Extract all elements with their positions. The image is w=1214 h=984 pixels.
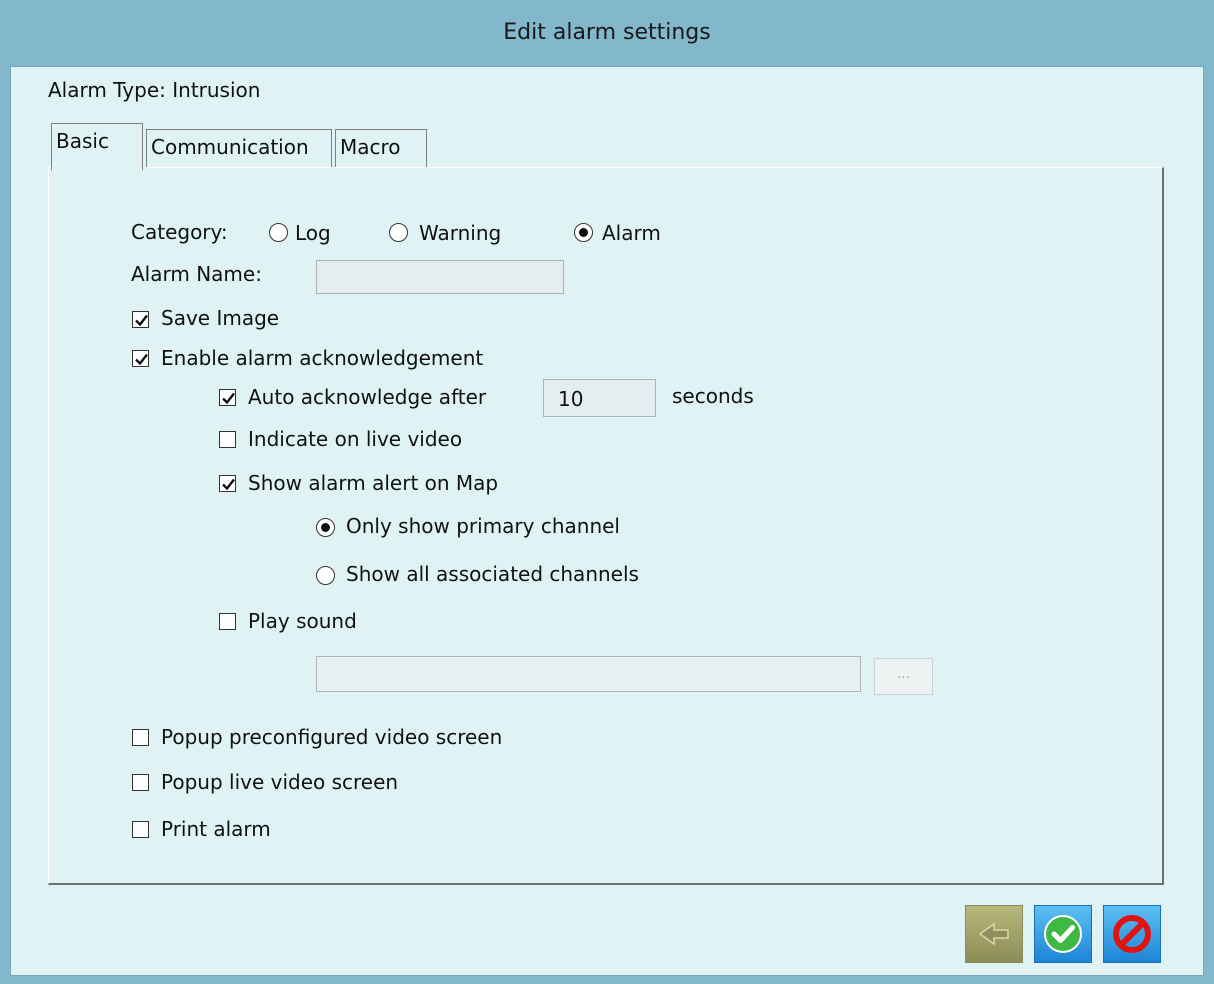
alarm-name-input[interactable] [316,260,564,294]
dialog-client-area: Alarm Type: Intrusion Basic Communicatio… [10,66,1204,976]
enable-ack-checkbox[interactable] [132,350,149,367]
checkmark-icon [222,392,235,405]
alarm-type-label: Alarm Type: Intrusion [48,78,261,102]
category-log-label[interactable]: Log [295,221,331,245]
basic-tab-panel: Category: Log Warning Alarm Alarm Name: … [48,167,1164,885]
alarm-name-label: Alarm Name: [131,262,262,286]
map-all-channels-radio[interactable] [316,566,335,585]
category-label: Category: [131,220,228,244]
popup-live-label[interactable]: Popup live video screen [161,770,398,794]
checkmark-icon [135,353,148,366]
auto-ack-seconds-input[interactable]: 10 [543,379,656,417]
enable-ack-label[interactable]: Enable alarm acknowledgement [161,346,483,370]
checkmark-icon [222,478,235,491]
tab-communication[interactable]: Communication [146,129,332,167]
checkmark-icon [135,314,148,327]
radio-selected-dot [579,228,588,237]
indicate-live-checkbox[interactable] [219,431,236,448]
category-log-radio[interactable] [269,223,288,242]
auto-ack-checkbox[interactable] [219,389,236,406]
radio-selected-dot [321,523,330,532]
indicate-live-label[interactable]: Indicate on live video [248,427,462,451]
browse-sound-button[interactable]: ... [874,658,933,695]
play-sound-checkbox[interactable] [219,613,236,630]
category-alarm-radio[interactable] [574,223,593,242]
save-image-checkbox[interactable] [132,311,149,328]
category-warning-label[interactable]: Warning [419,221,501,245]
category-alarm-label[interactable]: Alarm [602,221,661,245]
map-primary-channel-radio[interactable] [316,518,335,537]
show-map-checkbox[interactable] [219,475,236,492]
print-alarm-label[interactable]: Print alarm [161,817,271,841]
popup-preconfigured-label[interactable]: Popup preconfigured video screen [161,725,502,749]
popup-live-checkbox[interactable] [132,774,149,791]
category-warning-radio[interactable] [389,223,408,242]
show-map-label[interactable]: Show alarm alert on Map [248,471,498,495]
print-alarm-checkbox[interactable] [132,821,149,838]
tab-macro[interactable]: Macro [335,129,427,167]
back-button[interactable] [965,905,1023,963]
check-icon [1044,915,1082,953]
popup-preconfigured-checkbox[interactable] [132,729,149,746]
play-sound-label[interactable]: Play sound [248,609,357,633]
seconds-unit-label: seconds [672,384,754,408]
tab-basic[interactable]: Basic [51,123,143,171]
ok-button[interactable] [1034,905,1092,963]
dialog-window: Edit alarm settings Alarm Type: Intrusio… [0,0,1214,984]
back-arrow-icon [978,922,1009,946]
map-all-channels-label[interactable]: Show all associated channels [346,562,639,586]
sound-file-path-input[interactable] [316,656,861,692]
auto-ack-label[interactable]: Auto acknowledge after [248,385,486,409]
window-title: Edit alarm settings [503,20,711,45]
cancel-icon [1113,915,1151,953]
cancel-button[interactable] [1103,905,1161,963]
map-primary-channel-label[interactable]: Only show primary channel [346,514,620,538]
save-image-label[interactable]: Save Image [161,306,279,330]
